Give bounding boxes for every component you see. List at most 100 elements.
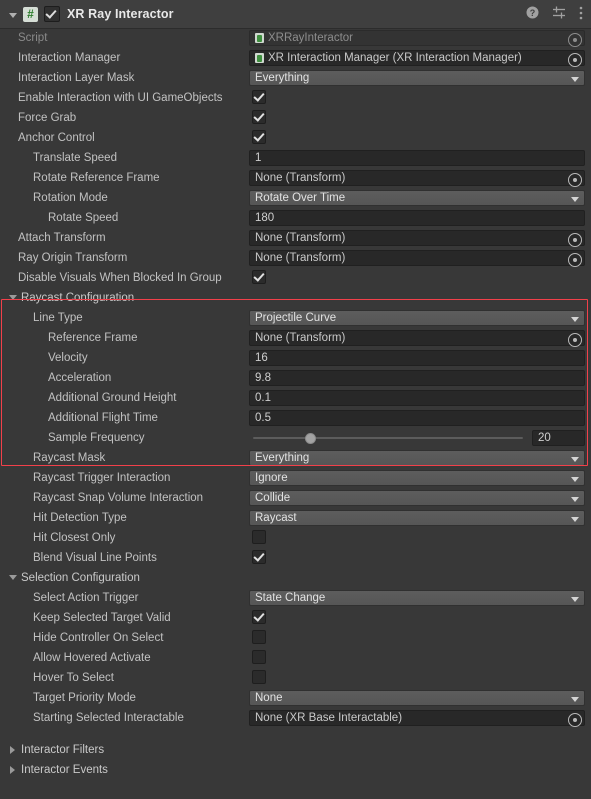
object-field-control[interactable]: XRRayInteractor (249, 30, 585, 47)
number-field-value: 9.8 (255, 372, 271, 384)
dropdown-raycast-trigger-interaction[interactable]: Ignore (249, 470, 585, 486)
dropdown-control[interactable]: Projectile Curve (249, 310, 585, 326)
object-field-control[interactable]: None (Transform) (249, 330, 585, 347)
property-row: Interaction Layer Mask Everything (0, 68, 591, 88)
number-field-rotate-speed[interactable]: 180 (249, 210, 585, 226)
object-field-script[interactable]: XRRayInteractor (249, 30, 585, 47)
object-picker-icon[interactable] (568, 53, 582, 67)
number-field-translate-speed[interactable]: 1 (249, 150, 585, 166)
dropdown-select-action-trigger[interactable]: State Change (249, 590, 585, 606)
checkbox-hit-closest-only[interactable] (252, 530, 266, 544)
number-field-control[interactable]: 1 (249, 150, 585, 166)
dropdown-hit-detection-type[interactable]: Raycast (249, 510, 585, 526)
foldout-open-icon[interactable] (9, 575, 17, 580)
foldout-closed-icon[interactable] (10, 766, 15, 774)
slider-sample-frequency[interactable]: 20 (249, 430, 585, 446)
help-icon[interactable]: ? (526, 6, 539, 22)
checkbox-force-grab[interactable] (252, 110, 266, 124)
number-field-control[interactable]: 180 (249, 210, 585, 226)
dropdown-value: Ignore (255, 472, 288, 484)
slider-handle[interactable] (304, 433, 316, 444)
dropdown-raycast-mask[interactable]: Everything (249, 450, 585, 466)
checkbox-allow-hovered-activate[interactable] (252, 650, 266, 664)
preset-icon[interactable] (552, 6, 566, 22)
object-picker-icon[interactable] (568, 713, 582, 727)
object-field-value: None (Transform) (255, 172, 346, 184)
object-field-ray-origin-transform[interactable]: None (Transform) (249, 250, 585, 267)
dropdown-control[interactable]: Rotate Over Time (249, 190, 585, 206)
checkbox-anchor-control[interactable] (252, 130, 266, 144)
number-field-velocity[interactable]: 16 (249, 350, 585, 366)
section-selection-configuration[interactable]: Selection Configuration (0, 568, 591, 588)
more-menu-icon[interactable] (579, 6, 583, 23)
object-field-starting-selected-interactable[interactable]: None (XR Base Interactable) (249, 710, 585, 727)
dropdown-control[interactable]: State Change (249, 590, 585, 606)
slider-value-field[interactable]: 20 (532, 430, 585, 446)
dropdown-control[interactable]: None (249, 690, 585, 706)
dropdown-control[interactable]: Everything (249, 70, 585, 86)
dropdown-rotation-mode[interactable]: Rotate Over Time (249, 190, 585, 206)
dropdown-control[interactable]: Everything (249, 450, 585, 466)
number-field-control[interactable]: 16 (249, 350, 585, 366)
object-field-attach-transform[interactable]: None (Transform) (249, 230, 585, 247)
checkbox-blend-visual-line-points[interactable] (252, 550, 266, 564)
property-row: Ray Origin Transform None (Transform) (0, 248, 591, 268)
chevron-down-icon (571, 697, 579, 702)
component-foldout-icon[interactable] (9, 12, 17, 18)
property-row: Acceleration 9.8 (0, 368, 591, 388)
checkbox-enable-interaction-with-ui-gameobjects[interactable] (252, 90, 266, 104)
dropdown-value: None (255, 692, 283, 704)
property-row: Allow Hovered Activate (0, 648, 591, 668)
object-field-control[interactable]: None (Transform) (249, 230, 585, 247)
property-row: Rotate Speed 180 (0, 208, 591, 228)
section-raycast-configuration[interactable]: Raycast Configuration (0, 288, 591, 308)
object-field-control[interactable]: None (Transform) (249, 170, 585, 187)
component-enabled-checkbox[interactable] (44, 6, 60, 22)
object-field-control[interactable]: None (Transform) (249, 250, 585, 267)
number-field-additional-flight-time[interactable]: 0.5 (249, 410, 585, 426)
object-picker-icon[interactable] (568, 233, 582, 247)
slider-track[interactable] (253, 437, 523, 439)
foldout-closed-icon[interactable] (10, 746, 15, 754)
dropdown-target-priority-mode[interactable]: None (249, 690, 585, 706)
object-picker-icon[interactable] (568, 173, 582, 187)
dropdown-control[interactable]: Collide (249, 490, 585, 506)
dropdown-control[interactable]: Ignore (249, 470, 585, 486)
property-row: Rotate Reference Frame None (Transform) (0, 168, 591, 188)
object-picker-icon[interactable] (568, 253, 582, 267)
number-field-acceleration[interactable]: 9.8 (249, 370, 585, 386)
object-field-control[interactable]: None (XR Base Interactable) (249, 710, 585, 727)
object-picker-icon[interactable] (568, 333, 582, 347)
checkbox-disable-visuals-when-blocked-in-group[interactable] (252, 270, 266, 284)
dropdown-raycast-snap-volume-interaction[interactable]: Collide (249, 490, 585, 506)
number-field-additional-ground-height[interactable]: 0.1 (249, 390, 585, 406)
header-icon-group: ? (526, 0, 583, 28)
property-label-hover-to-select: Hover To Select (33, 672, 114, 684)
checkbox-hide-controller-on-select[interactable] (252, 630, 266, 644)
section-interactor-filters[interactable]: Interactor Filters (0, 740, 591, 760)
svg-text:?: ? (530, 8, 536, 18)
number-field-control[interactable]: 0.5 (249, 410, 585, 426)
object-field-reference-frame[interactable]: None (Transform) (249, 330, 585, 347)
number-field-control[interactable]: 9.8 (249, 370, 585, 386)
number-field-control[interactable]: 0.1 (249, 390, 585, 406)
checkbox-hover-to-select[interactable] (252, 670, 266, 684)
checkbox-keep-selected-target-valid[interactable] (252, 610, 266, 624)
foldout-open-icon[interactable] (9, 295, 17, 300)
dropdown-control[interactable]: Raycast (249, 510, 585, 526)
object-picker-icon[interactable] (568, 33, 582, 47)
chevron-down-icon (571, 457, 579, 462)
dropdown-line-type[interactable]: Projectile Curve (249, 310, 585, 326)
object-field-control[interactable]: XR Interaction Manager (XR Interaction M… (249, 50, 585, 67)
object-field-interaction-manager[interactable]: XR Interaction Manager (XR Interaction M… (249, 50, 585, 67)
property-row: Anchor Control (0, 128, 591, 148)
dropdown-interaction-layer-mask[interactable]: Everything (249, 70, 585, 86)
object-field-rotate-reference-frame[interactable]: None (Transform) (249, 170, 585, 187)
property-label-ray-origin-transform: Ray Origin Transform (18, 252, 128, 264)
property-row: Raycast Mask Everything (0, 448, 591, 468)
component-title: XR Ray Interactor (67, 7, 174, 21)
component-header[interactable]: # XR Ray Interactor ? (0, 0, 591, 29)
property-row: Hit Closest Only (0, 528, 591, 548)
section-interactor-events[interactable]: Interactor Events (0, 760, 591, 780)
property-label-raycast-trigger-interaction: Raycast Trigger Interaction (33, 472, 171, 484)
